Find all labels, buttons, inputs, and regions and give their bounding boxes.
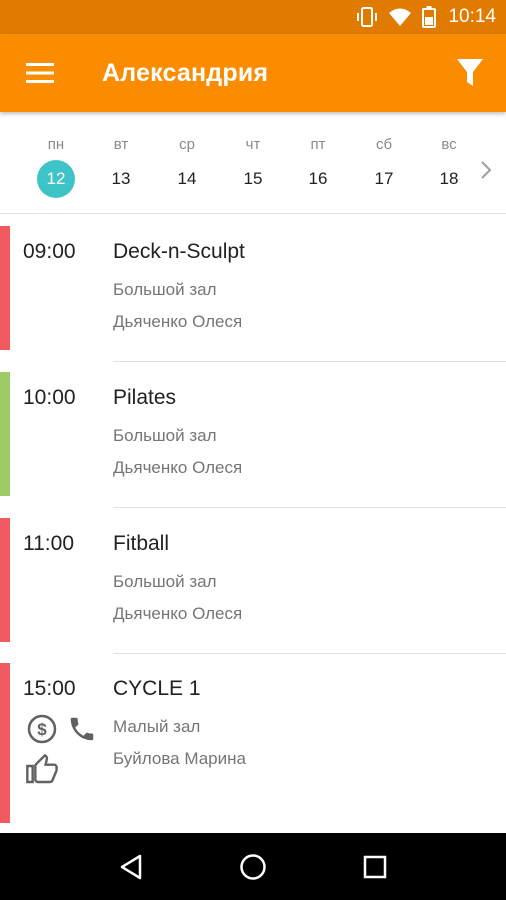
day-number: 15: [243, 169, 263, 188]
day-sat[interactable]: сб 17: [358, 112, 410, 214]
vibrate-icon: [356, 7, 378, 27]
recents-button[interactable]: [350, 842, 400, 892]
lesson-room: Большой зал: [113, 426, 217, 445]
lesson-room: Большой зал: [113, 572, 217, 591]
day-wed[interactable]: ср 14: [161, 112, 213, 214]
filter-button[interactable]: [440, 34, 500, 112]
day-tue[interactable]: вт 13: [95, 112, 147, 214]
day-of-week: пт: [310, 136, 326, 153]
lesson-color-bar: [0, 226, 10, 350]
chevron-right-icon: [481, 161, 492, 179]
lesson-trainer: Дьяченко Олеся: [113, 604, 243, 623]
lesson-item[interactable]: 11:00 Fitball Большой зал Дьяченко Олеся: [0, 518, 506, 664]
lesson-item[interactable]: 09:00 Deck-n-Sculpt Большой зал Дьяченко…: [0, 226, 506, 372]
like-icon[interactable]: [24, 753, 60, 787]
menu-button[interactable]: [0, 34, 80, 112]
divider: [113, 507, 506, 508]
lesson-name: CYCLE 1: [113, 677, 201, 700]
back-button[interactable]: [106, 842, 156, 892]
page-title: Александрия: [102, 58, 269, 87]
lesson-color-bar: [0, 518, 10, 642]
menu-icon: [26, 63, 54, 83]
back-icon: [120, 854, 142, 879]
clock: 10:14: [448, 6, 496, 27]
day-number: 16: [308, 169, 328, 188]
day-sun[interactable]: вс 18: [423, 112, 475, 214]
home-icon: [240, 853, 266, 880]
lesson-item[interactable]: 15:00 CYCLE 1 Малый зал Буйлова Марина $: [0, 663, 506, 833]
day-number: 18: [439, 169, 459, 188]
app-bar: Александрия: [0, 34, 506, 112]
day-number: 12: [37, 160, 75, 198]
lesson-color-bar: [0, 663, 10, 823]
phone-icon[interactable]: [66, 713, 98, 745]
lesson-room: Большой зал: [113, 280, 217, 299]
wifi-icon: [388, 7, 412, 27]
lesson-time: 15:00: [23, 677, 76, 700]
lesson-name: Fitball: [113, 532, 170, 555]
day-of-week: ср: [179, 136, 195, 153]
week-strip: пн 12 вт 13 ср 14 чт 15 пт 16 сб 17 вс 1…: [0, 112, 506, 214]
day-of-week: вт: [113, 136, 129, 153]
lesson-color-bar: [0, 372, 10, 496]
system-nav-bar: [0, 833, 506, 900]
lesson-name: Deck-n-Sculpt: [113, 240, 245, 263]
day-of-week: сб: [375, 136, 393, 153]
battery-icon: [422, 6, 437, 28]
status-bar: 10:14: [0, 0, 506, 34]
lesson-time: 11:00: [23, 532, 74, 555]
recents-icon: [363, 855, 387, 878]
paid-icon[interactable]: $: [26, 713, 58, 745]
day-number: 14: [177, 169, 197, 188]
lesson-time: 09:00: [23, 240, 76, 263]
divider: [113, 361, 506, 362]
day-number: 13: [111, 169, 131, 188]
filter-icon: [457, 59, 483, 86]
day-thu[interactable]: чт 15: [227, 112, 279, 214]
lesson-trainer: Дьяченко Олеся: [113, 312, 243, 331]
day-fri[interactable]: пт 16: [292, 112, 344, 214]
day-mon[interactable]: пн 12: [30, 112, 82, 214]
day-of-week: вс: [441, 136, 457, 153]
day-of-week: чт: [245, 136, 261, 153]
lesson-time: 10:00: [23, 386, 76, 409]
day-number: 17: [374, 169, 394, 188]
lesson-room: Малый зал: [113, 717, 201, 736]
day-of-week: пн: [47, 136, 65, 153]
divider: [113, 653, 506, 654]
svg-text:$: $: [37, 720, 47, 739]
lesson-name: Pilates: [113, 386, 177, 409]
lesson-item[interactable]: 10:00 Pilates Большой зал Дьяченко Олеся: [0, 372, 506, 518]
next-week-button[interactable]: [474, 158, 498, 182]
lesson-trainer: Буйлова Марина: [113, 749, 246, 768]
home-button[interactable]: [228, 842, 278, 892]
lesson-trainer: Дьяченко Олеся: [113, 458, 243, 477]
